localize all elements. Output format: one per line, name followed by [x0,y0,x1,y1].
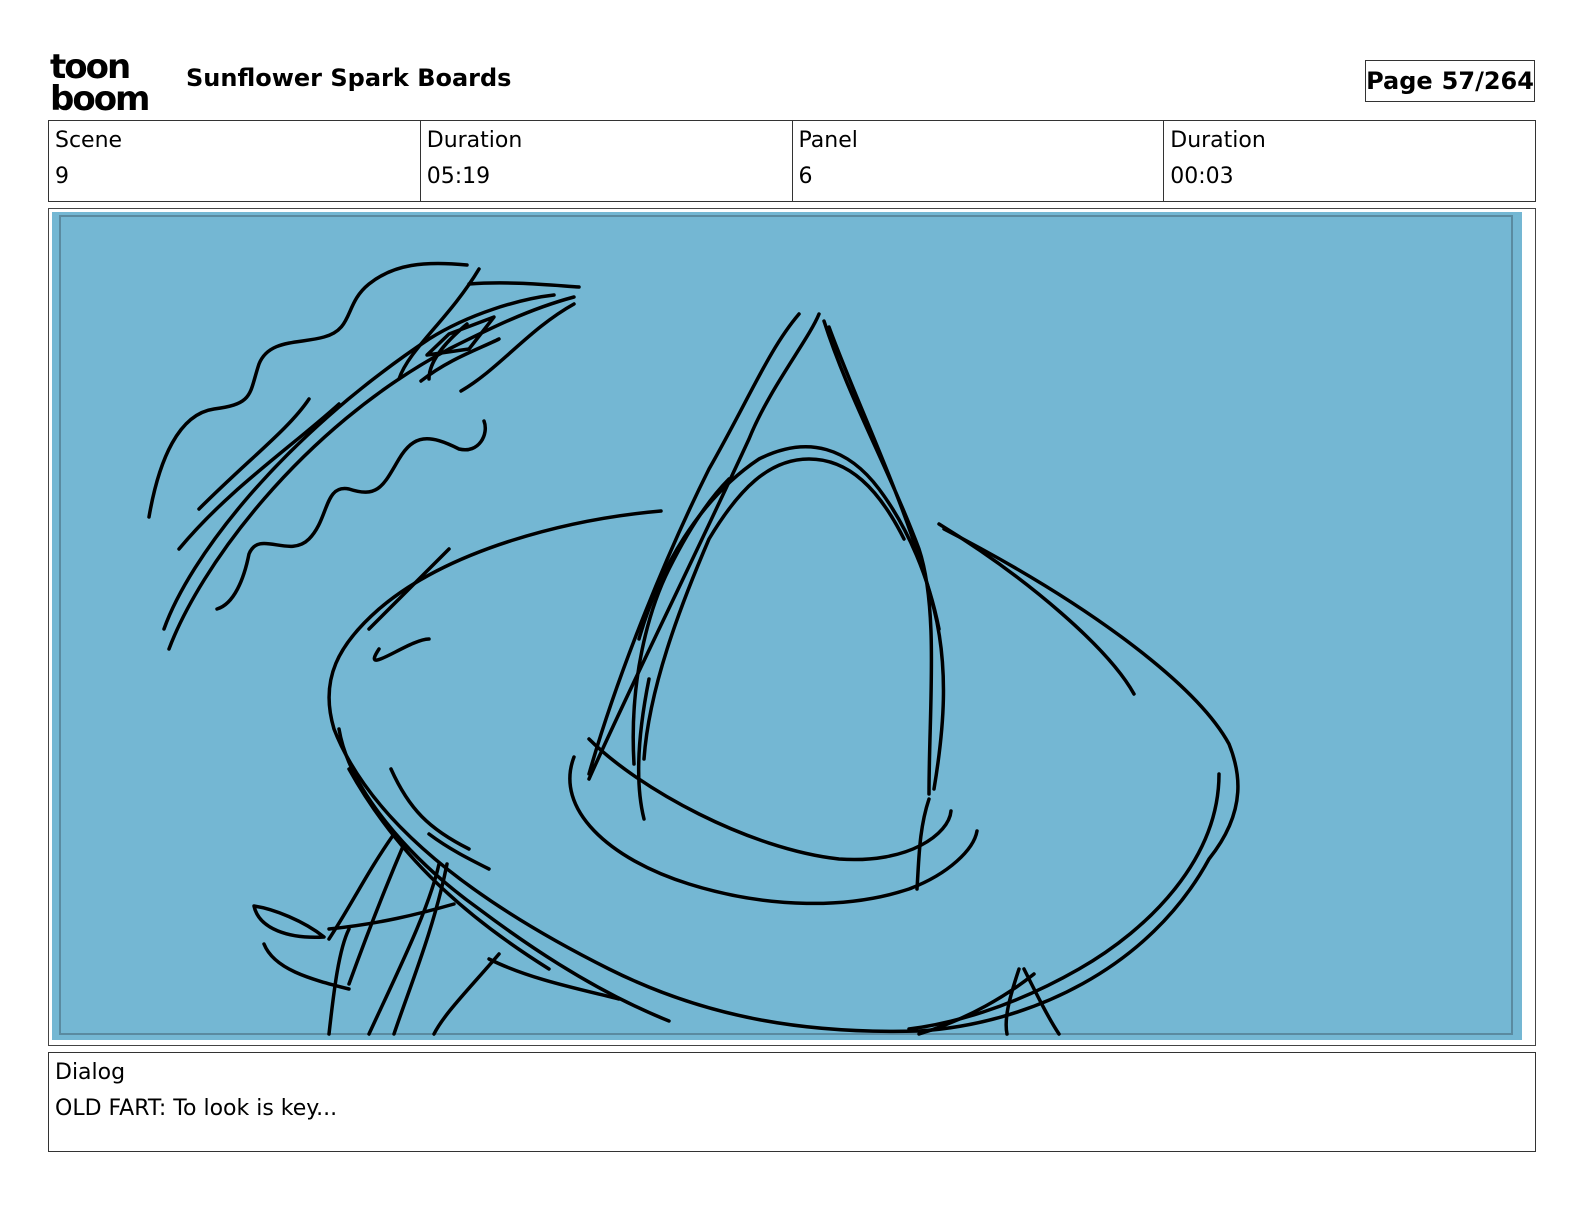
storyboard-panel [48,208,1536,1046]
scene-cell: Scene 9 [49,121,420,201]
panel-duration-cell: Duration 00:03 [1163,121,1535,201]
toon-boom-logo: toon boom [50,47,166,119]
scene-duration-value: 05:19 [426,164,491,189]
scene-duration-cell: Duration 05:19 [419,121,792,201]
dialog-text: OLD FART: To look is key... [55,1096,338,1121]
page-indicator: Page 57/264 [1365,60,1535,102]
dialog-section: Dialog OLD FART: To look is key... [48,1052,1536,1152]
dialog-label: Dialog [55,1060,126,1085]
panel-cell: Panel 6 [791,121,1164,201]
toon-boom-logo-graphic: toon boom [50,47,150,119]
panel-value: 6 [798,164,813,189]
logo-line2: boom [50,79,148,112]
scene-duration-label: Duration [426,128,523,153]
scene-label: Scene [55,128,123,153]
panel-label: Panel [798,128,858,153]
panel-duration-value: 00:03 [1170,164,1234,189]
panel-background [52,212,1522,1040]
panel-duration-label: Duration [1170,128,1266,153]
document-title: Sunflower Spark Boards [186,64,512,92]
panel-sketch [52,212,1522,1040]
scene-info-table: Scene 9 Duration 05:19 Panel 6 Duration … [48,120,1536,202]
page-number: 57/264 [1441,67,1534,95]
page-label: Page [1366,67,1433,95]
scene-value: 9 [55,164,69,189]
